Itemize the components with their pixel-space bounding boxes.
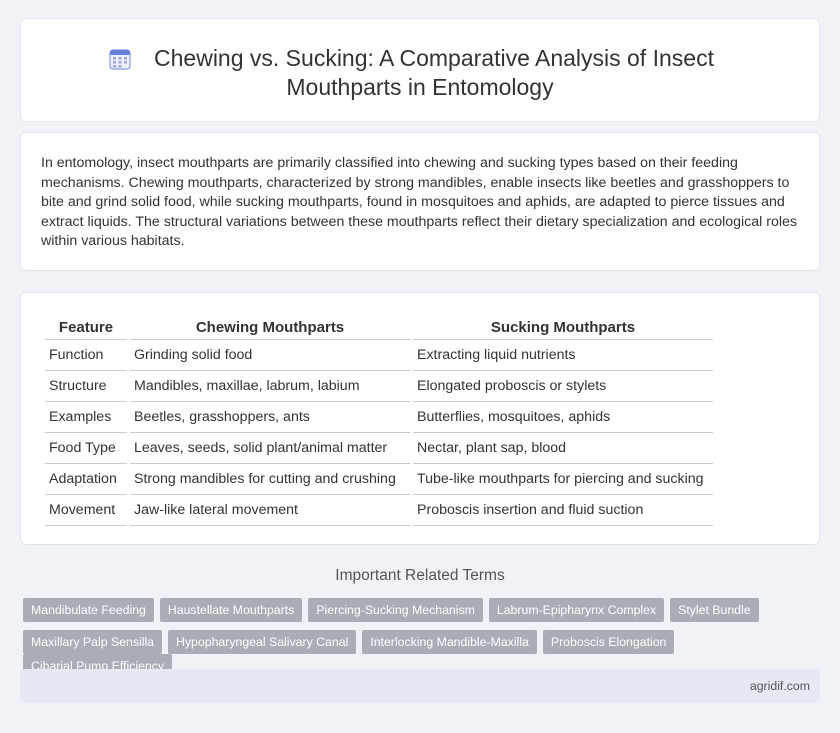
intro-paragraph: In entomology, insect mouthparts are pri… <box>41 155 798 250</box>
tag-haustellate-mouthparts[interactable]: Haustellate Mouthparts <box>159 598 303 622</box>
cell-feature: Adaptation <box>45 464 127 495</box>
cell-chewing: Mandibles, maxillae, labrum, labium <box>130 371 410 402</box>
tag-proboscis-elongation[interactable]: Proboscis Elongation <box>542 630 675 654</box>
cell-chewing: Beetles, grasshoppers, ants <box>130 402 410 433</box>
page-title-line2: Mouthparts in Entomology <box>286 74 554 100</box>
table-row: Function Grinding solid food Extracting … <box>45 340 713 371</box>
page-title-line1: Chewing vs. Sucking: A Comparative Analy… <box>154 45 714 71</box>
cell-sucking: Extracting liquid nutrients <box>413 340 713 371</box>
table-row: Structure Mandibles, maxillae, labrum, l… <box>45 371 713 402</box>
footer-site-link[interactable]: agridif.com <box>750 679 810 693</box>
footer: agridif.com <box>20 669 820 703</box>
comparison-table-card: Feature Chewing Mouthparts Sucking Mouth… <box>20 292 820 545</box>
comparison-table: Feature Chewing Mouthparts Sucking Mouth… <box>42 313 716 526</box>
related-terms-heading: Important Related Terms <box>335 567 505 584</box>
page-title: Chewing vs. Sucking: A Comparative Analy… <box>21 44 819 102</box>
related-terms-row-1: Mandibulate Feeding Haustellate Mouthpart… <box>23 598 823 622</box>
table-row: Movement Jaw-like lateral movement Probo… <box>45 495 713 526</box>
tag-mandibulate-feeding[interactable]: Mandibulate Feeding <box>23 598 154 622</box>
cell-sucking: Butterflies, mosquitoes, aphids <box>413 402 713 433</box>
cell-sucking: Proboscis insertion and fluid suction <box>413 495 713 526</box>
tag-piercing-sucking-mechanism[interactable]: Piercing-Sucking Mechanism <box>308 598 483 622</box>
table-row: Examples Beetles, grasshoppers, ants But… <box>45 402 713 433</box>
cell-sucking: Tube-like mouthparts for piercing and su… <box>413 464 713 495</box>
cell-sucking: Elongated proboscis or stylets <box>413 371 713 402</box>
cell-feature: Function <box>45 340 127 371</box>
intro-card: In entomology, insect mouthparts are pri… <box>20 132 820 271</box>
header-feature: Feature <box>45 313 127 340</box>
header-chewing: Chewing Mouthparts <box>130 313 410 340</box>
cell-feature: Structure <box>45 371 127 402</box>
tag-labrum-epipharynx-complex[interactable]: Labrum-Epipharynx Complex <box>488 598 665 622</box>
cell-feature: Movement <box>45 495 127 526</box>
tag-maxillary-palp-sensilla[interactable]: Maxillary Palp Sensilla <box>23 630 163 654</box>
cell-chewing: Leaves, seeds, solid plant/animal matter <box>130 433 410 464</box>
cell-sucking: Nectar, plant sap, blood <box>413 433 713 464</box>
table-row: Food Type Leaves, seeds, solid plant/ani… <box>45 433 713 464</box>
tag-stylet-bundle[interactable]: Stylet Bundle <box>670 598 759 622</box>
cell-chewing: Grinding solid food <box>130 340 410 371</box>
table-header-row: Feature Chewing Mouthparts Sucking Mouth… <box>45 313 713 340</box>
cell-feature: Examples <box>45 402 127 433</box>
tag-hypopharyngeal-salivary-canal[interactable]: Hypopharyngeal Salivary Canal <box>168 630 357 654</box>
title-card: Chewing vs. Sucking: A Comparative Analy… <box>20 18 820 122</box>
cell-chewing: Strong mandibles for cutting and crushin… <box>130 464 410 495</box>
cell-feature: Food Type <box>45 433 127 464</box>
tag-interlocking-mandible-maxilla[interactable]: Interlocking Mandible-Maxilla <box>362 630 537 654</box>
cell-chewing: Jaw-like lateral movement <box>130 495 410 526</box>
table-row: Adaptation Strong mandibles for cutting … <box>45 464 713 495</box>
header-sucking: Sucking Mouthparts <box>413 313 713 340</box>
